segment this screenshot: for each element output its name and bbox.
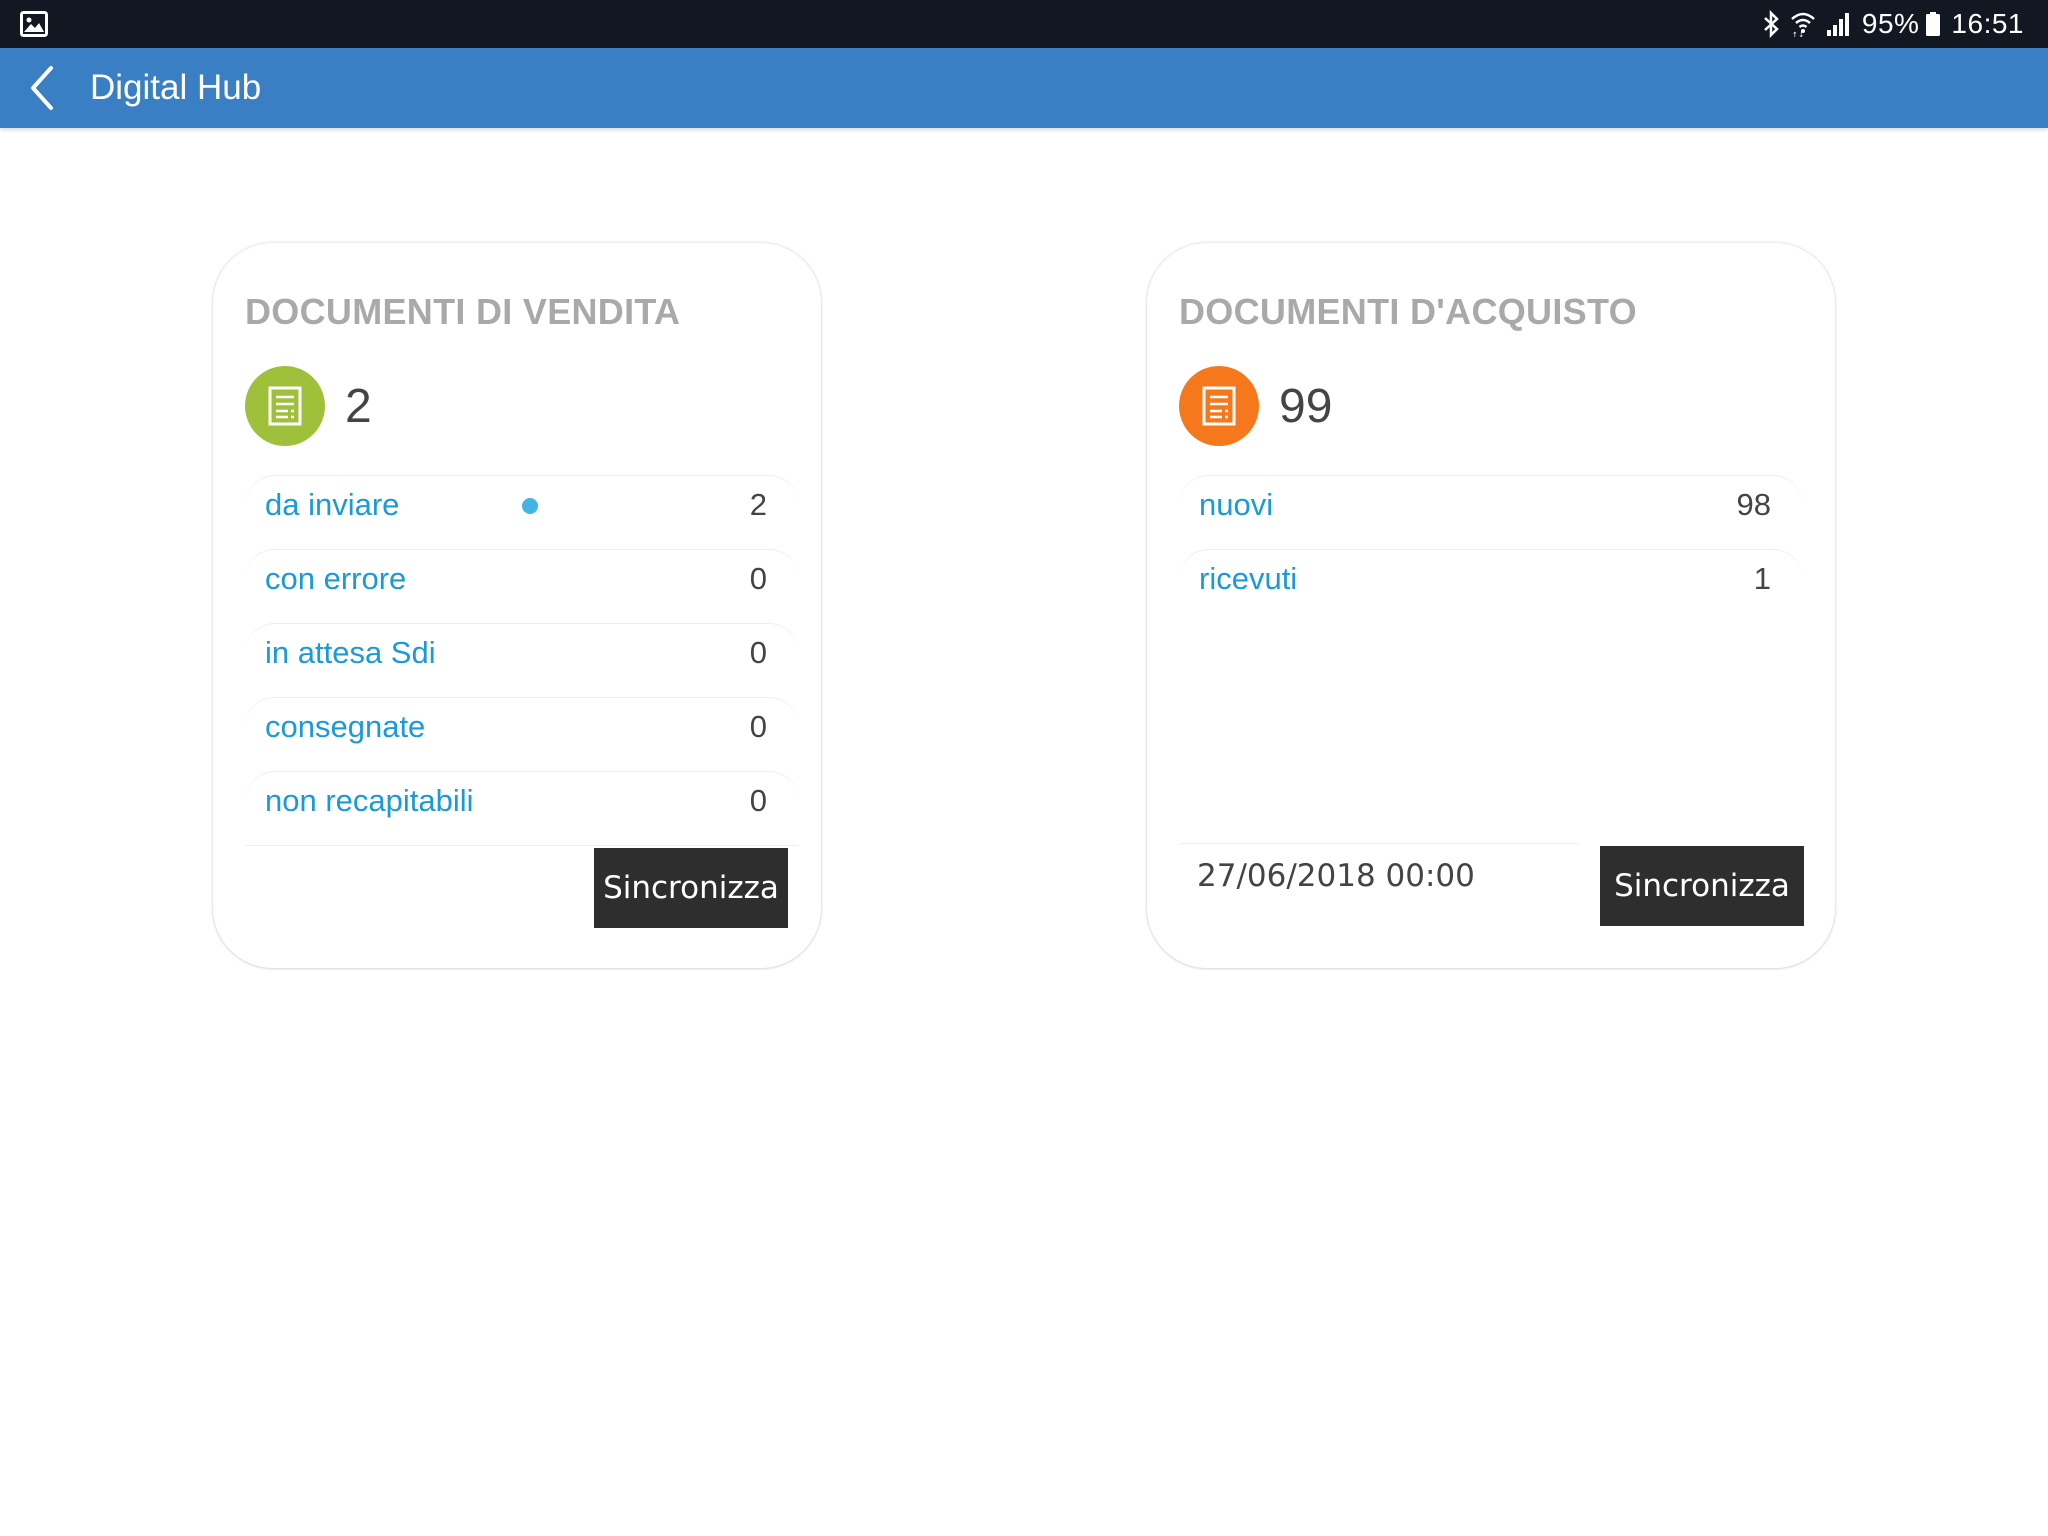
document-icon [245,366,325,446]
divider [245,845,799,847]
purchase-total-count: 99 [1279,379,1333,433]
sync-button[interactable]: Sincronizza [1600,846,1804,926]
list-item-con-errore[interactable]: con errore 0 [245,549,799,623]
card-title: DOCUMENTI D'ACQUISTO [1179,291,1637,332]
new-indicator-dot [522,498,538,514]
list-item-count: 0 [749,561,767,596]
list-item-nuovi[interactable]: nuovi 98 [1179,475,1803,549]
sales-total-count: 2 [345,379,372,433]
sales-total: 2 [245,366,372,446]
purchase-status-list: nuovi 98 ricevuti 1 [1179,475,1803,623]
last-sync-date: 27/06/2018 00:00 [1197,858,1475,894]
battery-percent: 95% [1861,8,1920,39]
app-title: Digital Hub [90,68,262,107]
document-icon [1179,366,1259,446]
list-item-in-attesa-sdi[interactable]: in attesa Sdi 0 [245,623,799,697]
image-gallery-icon [20,11,48,37]
svg-text:↑↓: ↑↓ [1792,31,1805,38]
list-item-ricevuti[interactable]: ricevuti 1 [1179,549,1803,623]
sales-status-list: da inviare 2 con errore 0 in attesa Sdi … [245,475,799,845]
status-icons: ↑↓ 95% 16:51 [1762,0,2024,48]
card-title: DOCUMENTI DI VENDITA [245,291,681,332]
list-item-label: da inviare [265,487,400,522]
purchase-total: 99 [1179,366,1332,446]
wifi-icon: ↑↓ [1791,12,1815,38]
list-item-consegnate[interactable]: consegnate 0 [245,697,799,771]
list-item-count: 0 [749,709,767,744]
list-item-da-inviare[interactable]: da inviare 2 [245,475,799,549]
list-item-label: in attesa Sdi [265,635,436,670]
app-bar: Digital Hub [0,48,2048,128]
divider [1179,843,1579,845]
list-item-count: 2 [749,487,767,522]
signal-icon [1826,13,1849,36]
list-item-label: nuovi [1199,487,1274,522]
clock: 16:51 [1951,8,2024,39]
list-item-non-recapitabili[interactable]: non recapitabili 0 [245,771,799,845]
purchase-documents-card: DOCUMENTI D'ACQUISTO 99 nuovi 98 ricevut… [1147,243,1835,968]
sales-documents-card: DOCUMENTI DI VENDITA 2 da inviare 2 con … [213,243,821,968]
battery-indicator: 95% [1862,8,1942,40]
list-item-label: ricevuti [1199,561,1298,596]
chevron-left-icon [31,66,53,110]
list-item-count: 1 [1753,561,1771,596]
back-button[interactable] [14,60,70,116]
list-item-label: consegnate [265,709,426,744]
bluetooth-icon [1764,10,1779,38]
battery-icon [1926,12,1941,36]
list-item-label: con errore [265,561,407,596]
status-bar: ↑↓ 95% 16:51 [0,0,2048,48]
list-item-count: 0 [749,635,767,670]
sync-button[interactable]: Sincronizza [594,848,788,928]
list-item-count: 98 [1736,487,1771,522]
list-item-label: non recapitabili [265,783,474,818]
list-item-count: 0 [749,783,767,818]
